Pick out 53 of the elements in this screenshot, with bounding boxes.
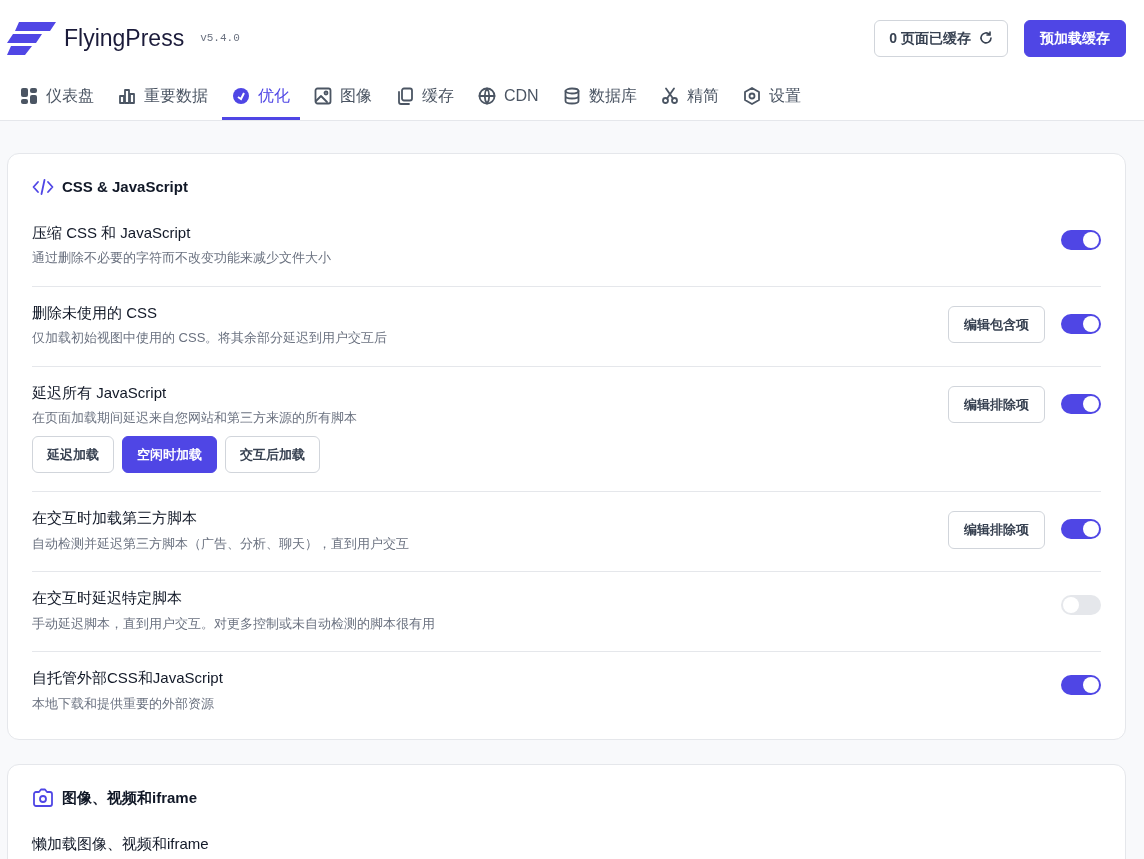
nav-tab[interactable]: 图像 bbox=[304, 76, 382, 120]
setting-description: 本地下载和提供重要的外部资源 bbox=[32, 694, 215, 713]
mode-option[interactable]: 交互后加载 bbox=[225, 435, 320, 473]
code-icon bbox=[32, 178, 54, 197]
edit-button[interactable]: 编辑排除项 bbox=[948, 511, 1045, 549]
nav-tab[interactable]: 数据库 bbox=[552, 76, 647, 120]
setting-title: 自托管外部CSS和JavaScript bbox=[32, 668, 223, 688]
nav-tab[interactable]: 设置 bbox=[732, 76, 811, 120]
setting-description: 仅加载初始视图中使用的 CSS。将其余部分延迟到用户交互后 bbox=[32, 329, 388, 347]
bar-chart-icon bbox=[118, 87, 136, 105]
edit-button[interactable]: 编辑包含项 bbox=[948, 305, 1045, 343]
grid-icon bbox=[20, 87, 38, 105]
toggle-switch[interactable] bbox=[1061, 595, 1101, 615]
refresh-icon bbox=[979, 31, 993, 45]
nav-tab[interactable]: 优化 bbox=[222, 76, 300, 120]
database-icon bbox=[562, 87, 581, 105]
cached-pages-button[interactable]: 0 页面已缓存 bbox=[874, 19, 1008, 57]
version-label: v5.4.0 bbox=[200, 30, 240, 46]
setting-description: 通过删除不必要的字符而不改变功能来减少文件大小 bbox=[32, 249, 331, 267]
mode-option[interactable]: 空闲时加载 bbox=[122, 435, 217, 473]
toggle-switch[interactable] bbox=[1061, 519, 1101, 539]
edit-button[interactable]: 编辑排除项 bbox=[948, 385, 1045, 423]
nav-tab[interactable]: 缓存 bbox=[386, 76, 464, 120]
gauge-icon bbox=[232, 87, 250, 105]
setting-title: 在交互时延迟特定脚本 bbox=[32, 588, 183, 608]
scissors-icon bbox=[660, 87, 679, 105]
toggle-switch[interactable] bbox=[1061, 675, 1101, 695]
nav-tab[interactable]: 仪表盘 bbox=[10, 76, 104, 120]
section-title: 图像、视频和iframe bbox=[62, 788, 198, 808]
globe-icon bbox=[478, 87, 496, 105]
nav-tab[interactable]: 重要数据 bbox=[108, 76, 218, 120]
setting-title: 懒加载图像、视频和iframe bbox=[32, 833, 209, 854]
image-icon bbox=[314, 87, 332, 105]
setting-title: 在交互时加载第三方脚本 bbox=[32, 508, 198, 528]
toggle-switch[interactable] bbox=[1061, 393, 1101, 414]
setting-description: 自动检测并延迟第三方脚本（广告、分析、聊天），直到用户交互 bbox=[32, 534, 409, 553]
toggle-switch[interactable] bbox=[1061, 229, 1101, 250]
brand-name: FlyingPress bbox=[64, 23, 185, 53]
nav-tab[interactable]: 精简 bbox=[650, 76, 729, 120]
setting-description: 手动延迟脚本，直到用户交互。对更多控制或未自动检测的脚本很有用 bbox=[32, 614, 435, 633]
logo-icon bbox=[7, 21, 56, 55]
settings-icon bbox=[742, 87, 761, 105]
toggle-switch[interactable] bbox=[1061, 313, 1101, 334]
setting-description: 在页面加载期间延迟来自您网站和第三方来源的所有脚本 bbox=[32, 409, 357, 427]
setting-title: 删除未使用的 CSS bbox=[32, 302, 158, 323]
mode-option[interactable]: 延迟加载 bbox=[32, 435, 114, 473]
setting-title: 延迟所有 JavaScript bbox=[32, 382, 168, 403]
preload-cache-button[interactable]: 预加载缓存 bbox=[1024, 19, 1126, 57]
setting-title: 压缩 CSS 和 JavaScript bbox=[32, 222, 192, 243]
nav-tab[interactable]: CDN bbox=[468, 76, 549, 120]
copy-icon bbox=[396, 87, 414, 105]
camera-icon bbox=[32, 788, 54, 809]
section-title: CSS & JavaScript bbox=[62, 177, 188, 197]
